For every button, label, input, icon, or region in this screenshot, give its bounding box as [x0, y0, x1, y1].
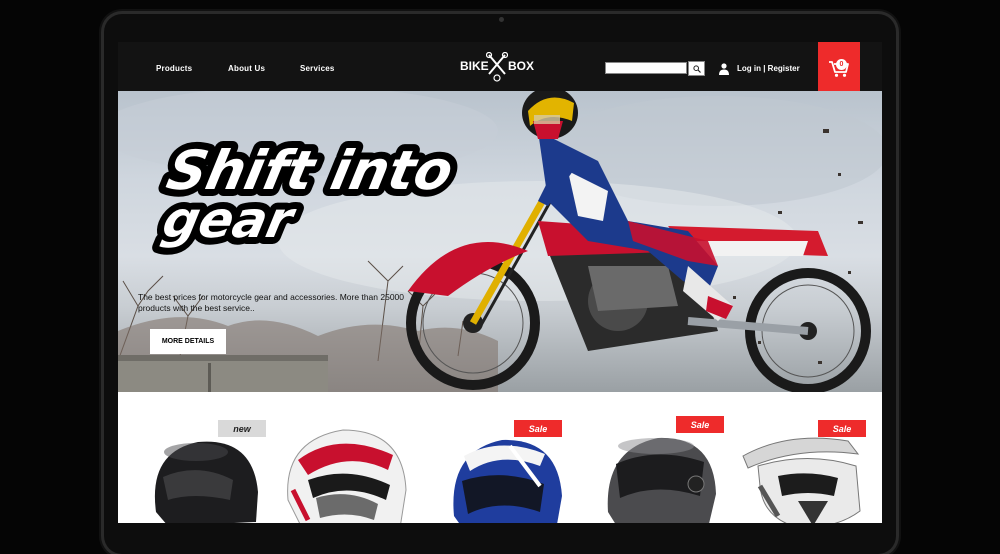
top-navigation: Products About Us Services BIKE BOX Log …	[118, 42, 882, 93]
login-register-link[interactable]: Log in | Register	[737, 64, 800, 73]
crossed-wrenches-icon	[486, 52, 508, 82]
hero-subtitle: The best prices for motorcycle gear and …	[138, 292, 404, 313]
user-icon	[719, 63, 729, 75]
browser-screen: Products About Us Services BIKE BOX Log …	[118, 42, 882, 523]
nav-link-services[interactable]: Services	[300, 64, 335, 73]
hero-title-line2: gear	[158, 191, 302, 249]
site-logo[interactable]: BIKE BOX	[460, 49, 534, 85]
search-input[interactable]	[605, 62, 687, 74]
webcam	[499, 17, 504, 22]
nav-link-about-us[interactable]: About Us	[228, 64, 265, 73]
product-card[interactable]	[278, 392, 408, 523]
cart-count: 0	[836, 59, 847, 70]
featured-products: new Sale Sale Sale	[118, 392, 882, 523]
product-card[interactable]: new	[138, 392, 268, 523]
hero-banner: Shift into Shift into gear gear The best…	[118, 91, 882, 392]
hero-title: Shift into Shift into gear gear	[151, 132, 466, 255]
logo-text-bike: BIKE	[460, 59, 489, 73]
logo-text-box: BOX	[508, 59, 535, 73]
product-card[interactable]: Sale	[596, 392, 726, 523]
search-icon	[692, 64, 701, 73]
product-card[interactable]: Sale	[738, 392, 868, 523]
nav-link-products[interactable]: Products	[156, 64, 192, 73]
modular-helmet-image	[607, 437, 716, 523]
search-button[interactable]	[688, 61, 705, 76]
black-full-face-helmet-image	[155, 441, 258, 523]
cart-button[interactable]: 0	[818, 42, 860, 93]
arai-race-helmet-image	[287, 429, 407, 523]
motocross-helmet-image	[742, 437, 861, 523]
more-details-button[interactable]: MORE DETAILS	[150, 329, 226, 354]
product-card[interactable]: Sale	[440, 392, 570, 523]
blue-racing-helmet-image	[453, 439, 562, 523]
